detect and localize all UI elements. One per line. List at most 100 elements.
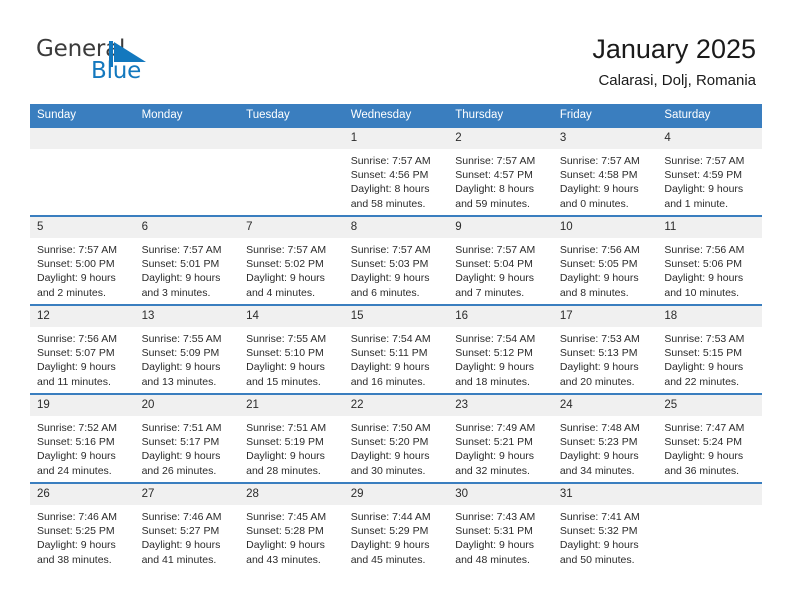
sunset-text: Sunset: 5:11 PM [350,347,428,360]
day-sun-info: Sunrise: 7:53 AM Sunset: 5:13 PM Daylight:… [553,327,658,389]
sunset-text: Sunset: 5:31 PM [455,525,533,538]
sunset-text: Sunset: 5:01 PM [141,258,220,271]
day-number: 11 [657,217,762,238]
weekday-header-friday: Friday [552,104,658,127]
weekday-header-monday: Monday [134,104,240,127]
calendar-day-cell[interactable]: 25 Sunrise: 7:47 AM Sunset: 5:24 PM Dayligh… [657,393,762,483]
sunrise-text: Sunrise: 7:51 AM [141,422,222,434]
day-number [30,128,135,149]
sunrise-text: Sunrise: 7:56 AM [664,244,745,256]
day-number: 21 [239,395,344,416]
sunrise-text: Sunrise: 7:53 AM [559,333,640,345]
sunrise-text: Sunrise: 7:46 AM [37,511,117,523]
calendar-day-cell[interactable]: 7 Sunrise: 7:57 AM Sunset: 5:02 PM Daylight… [239,215,344,305]
day-sun-info: Sunrise: 7:57 AM Sunset: 4:56 PM Daylight:… [344,149,449,211]
sunrise-text: Sunrise: 7:57 AM [455,244,536,256]
day-sun-info: Sunrise: 7:46 AM Sunset: 5:27 PM Daylight:… [135,505,240,567]
calendar-day-cell[interactable]: 10 Sunrise: 7:56 AM Sunset: 5:05 PM Dayligh… [552,215,658,305]
weekday-header-row: Sunday Monday Tuesday Wednesday Thursday… [30,104,762,127]
calendar-cell-empty [134,126,240,216]
day-sun-info: Sunrise: 7:56 AM Sunset: 5:07 PM Daylight:… [30,327,135,389]
day-number: 5 [30,217,135,238]
sunrise-text: Sunrise: 7:50 AM [350,422,431,434]
calendar-day-cell[interactable]: 16 Sunrise: 7:54 AM Sunset: 5:12 PM Dayligh… [448,304,553,394]
calendar-day-cell[interactable]: 3 Sunrise: 7:57 AM Sunset: 4:58 PM Daylight… [552,126,658,216]
calendar-day-cell[interactable]: 30 Sunrise: 7:43 AM Sunset: 5:31 PM Dayligh… [448,482,553,572]
weekday-header-saturday: Saturday [657,104,762,127]
calendar-day-cell[interactable]: 14 Sunrise: 7:55 AM Sunset: 5:10 PM Dayligh… [239,304,344,394]
day-number: 7 [239,217,344,238]
calendar-day-cell[interactable]: 15 Sunrise: 7:54 AM Sunset: 5:11 PM Dayligh… [343,304,449,394]
daylight-text: Daylight: 9 hours and 15 minutes. [246,361,325,388]
day-sun-info: Sunrise: 7:54 AM Sunset: 5:11 PM Daylight:… [344,327,449,389]
weekday-header-wednesday: Wednesday [343,104,449,127]
calendar-day-cell[interactable]: 13 Sunrise: 7:55 AM Sunset: 5:09 PM Dayligh… [134,304,240,394]
sunrise-text: Sunrise: 7:56 AM [559,244,640,256]
calendar-day-cell[interactable]: 27 Sunrise: 7:46 AM Sunset: 5:27 PM Dayligh… [134,482,240,572]
day-sun-info: Sunrise: 7:47 AM Sunset: 5:24 PM Daylight:… [657,416,762,478]
calendar-day-cell[interactable]: 18 Sunrise: 7:53 AM Sunset: 5:15 PM Dayligh… [657,304,762,394]
day-sun-info: Sunrise: 7:57 AM Sunset: 5:00 PM Daylight:… [30,238,135,300]
daylight-text: Daylight: 9 hours and 13 minutes. [141,361,221,388]
calendar-day-cell[interactable]: 20 Sunrise: 7:51 AM Sunset: 5:17 PM Dayligh… [134,393,240,483]
day-number: 25 [657,395,762,416]
calendar-day-cell[interactable]: 22 Sunrise: 7:50 AM Sunset: 5:20 PM Dayligh… [343,393,449,483]
calendar-day-cell[interactable]: 2 Sunrise: 7:57 AM Sunset: 4:57 PM Daylight… [448,126,553,216]
sunset-text: Sunset: 5:00 PM [37,258,115,271]
day-sun-info: Sunrise: 7:54 AM Sunset: 5:12 PM Daylight:… [448,327,553,389]
sunset-text: Sunset: 5:24 PM [664,436,743,449]
daylight-text: Daylight: 9 hours and 26 minutes. [141,450,221,477]
sunset-text: Sunset: 4:57 PM [455,169,533,182]
sunrise-text: Sunrise: 7:57 AM [664,155,745,167]
daylight-text: Daylight: 9 hours and 4 minutes. [246,272,325,299]
calendar-day-cell[interactable]: 12 Sunrise: 7:56 AM Sunset: 5:07 PM Dayligh… [30,304,135,394]
calendar-day-cell[interactable]: 11 Sunrise: 7:56 AM Sunset: 5:06 PM Dayligh… [657,215,762,305]
daylight-text: Daylight: 9 hours and 7 minutes. [455,272,535,299]
location-subtitle: Calarasi, Dolj, Romania [598,72,756,89]
day-number [239,128,344,149]
calendar-page: General Blue January 2025 Calarasi, Dolj… [0,0,792,612]
calendar-day-cell[interactable]: 26 Sunrise: 7:46 AM Sunset: 5:25 PM Dayligh… [30,482,135,572]
daylight-text: Daylight: 9 hours and 30 minutes. [350,450,430,477]
calendar-week-row: 5 Sunrise: 7:57 AM Sunset: 5:00 PM Daylight… [30,215,762,305]
daylight-text: Daylight: 9 hours and 28 minutes. [246,450,325,477]
sunrise-text: Sunrise: 7:43 AM [455,511,536,523]
sunrise-text: Sunrise: 7:52 AM [37,422,117,434]
daylight-text: Daylight: 9 hours and 22 minutes. [664,361,744,388]
calendar-day-cell[interactable]: 8 Sunrise: 7:57 AM Sunset: 5:03 PM Daylight… [343,215,449,305]
calendar-day-cell[interactable]: 31 Sunrise: 7:41 AM Sunset: 5:32 PM Dayligh… [552,482,658,572]
sunrise-text: Sunrise: 7:47 AM [664,422,745,434]
sunset-text: Sunset: 5:21 PM [455,436,533,449]
general-blue-logo[interactable]: General Blue [36,36,216,88]
daylight-text: Daylight: 9 hours and 0 minutes. [559,183,639,210]
calendar-day-cell[interactable]: 23 Sunrise: 7:49 AM Sunset: 5:21 PM Dayligh… [448,393,553,483]
calendar-table: Sunday Monday Tuesday Wednesday Thursday… [30,104,762,572]
sunset-text: Sunset: 5:10 PM [246,347,324,360]
sunset-text: Sunset: 5:20 PM [350,436,429,449]
sunrise-text: Sunrise: 7:55 AM [141,333,222,345]
calendar-day-cell[interactable]: 9 Sunrise: 7:57 AM Sunset: 5:04 PM Daylight… [448,215,553,305]
day-number: 30 [448,484,553,505]
daylight-text: Daylight: 9 hours and 10 minutes. [664,272,744,299]
calendar-day-cell[interactable]: 6 Sunrise: 7:57 AM Sunset: 5:01 PM Daylight… [134,215,240,305]
calendar-day-cell[interactable]: 24 Sunrise: 7:48 AM Sunset: 5:23 PM Dayligh… [552,393,658,483]
calendar-week-row: 1 Sunrise: 7:57 AM Sunset: 4:56 PM Daylight… [30,126,762,216]
calendar-day-cell[interactable]: 4 Sunrise: 7:57 AM Sunset: 4:59 PM Daylight… [657,126,762,216]
daylight-text: Daylight: 9 hours and 48 minutes. [455,539,535,566]
calendar-body: 1 Sunrise: 7:57 AM Sunset: 4:56 PM Daylight… [30,126,762,572]
sunrise-text: Sunrise: 7:54 AM [455,333,536,345]
calendar-day-cell[interactable]: 28 Sunrise: 7:45 AM Sunset: 5:28 PM Dayligh… [239,482,344,572]
calendar-day-cell[interactable]: 1 Sunrise: 7:57 AM Sunset: 4:56 PM Daylight… [343,126,449,216]
day-sun-info: Sunrise: 7:43 AM Sunset: 5:31 PM Daylight:… [448,505,553,567]
daylight-text: Daylight: 9 hours and 38 minutes. [37,539,116,566]
daylight-text: Daylight: 9 hours and 41 minutes. [141,539,221,566]
calendar-cell-empty [657,482,762,572]
calendar-day-cell[interactable]: 5 Sunrise: 7:57 AM Sunset: 5:00 PM Daylight… [30,215,135,305]
calendar-day-cell[interactable]: 19 Sunrise: 7:52 AM Sunset: 5:16 PM Dayligh… [30,393,135,483]
sunset-text: Sunset: 5:07 PM [37,347,115,360]
weekday-header-sunday: Sunday [30,104,135,127]
day-number: 8 [343,217,449,238]
calendar-day-cell[interactable]: 21 Sunrise: 7:51 AM Sunset: 5:19 PM Dayligh… [239,393,344,483]
calendar-day-cell[interactable]: 29 Sunrise: 7:44 AM Sunset: 5:29 PM Dayligh… [343,482,449,572]
calendar-day-cell[interactable]: 17 Sunrise: 7:53 AM Sunset: 5:13 PM Dayligh… [552,304,658,394]
